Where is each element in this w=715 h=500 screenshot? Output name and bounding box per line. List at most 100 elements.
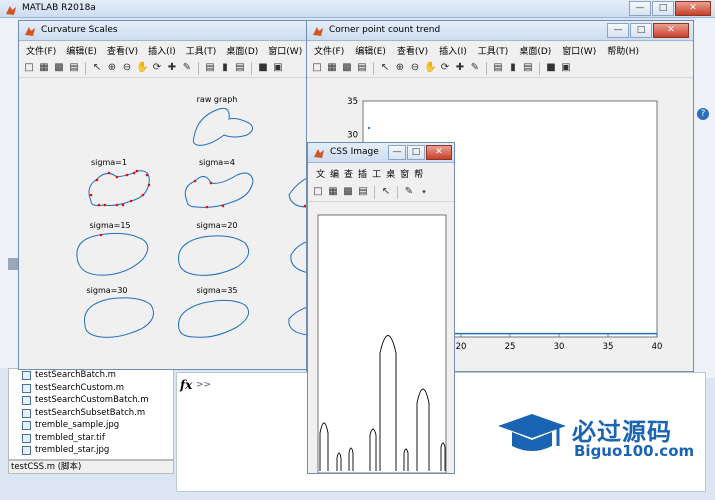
colorbar-icon[interactable]: ▮ <box>219 62 231 74</box>
rotate-icon[interactable]: ⟳ <box>151 62 163 74</box>
legend-icon[interactable]: ▤ <box>522 62 534 74</box>
brush-icon[interactable]: ✎ <box>403 186 415 198</box>
open-icon[interactable]: ▦ <box>326 62 338 74</box>
print-icon[interactable]: ▤ <box>356 62 368 74</box>
link-icon[interactable]: ▤ <box>492 62 504 74</box>
zoom-in-icon[interactable]: ⊕ <box>106 62 118 74</box>
help-icon[interactable]: ? <box>697 108 709 120</box>
menu-insert[interactable]: 插 <box>358 167 367 180</box>
figure-icon <box>25 27 35 36</box>
rotate-icon[interactable]: ⟳ <box>439 62 451 74</box>
scroll-marker[interactable] <box>8 258 18 270</box>
print-icon[interactable]: ▤ <box>357 186 369 198</box>
menu-view[interactable]: 查看(V) <box>107 44 138 57</box>
corner-title: Corner point count trend <box>329 25 441 35</box>
file-item[interactable]: trembled_star.jpg <box>9 444 173 457</box>
save-icon[interactable]: ▩ <box>53 62 65 74</box>
menu-tools[interactable]: 工具(T) <box>186 44 217 57</box>
maximize-button[interactable]: □ <box>630 23 652 38</box>
menu-window[interactable]: 窗 <box>400 167 409 180</box>
maximize-button[interactable]: □ <box>652 1 674 16</box>
m-file-icon <box>22 408 31 418</box>
brush-icon[interactable]: ✎ <box>181 62 193 74</box>
menu-edit[interactable]: 编辑(E) <box>66 44 97 57</box>
file-item[interactable]: testSearchSubsetBatch.m <box>9 407 173 420</box>
close-button[interactable]: ✕ <box>653 23 689 38</box>
file-item[interactable]: testSearchCustomBatch.m <box>9 394 173 407</box>
raw-contour <box>193 107 253 146</box>
show-tools-icon[interactable]: ▣ <box>272 62 284 74</box>
menu-desktop[interactable]: 桌面(D) <box>519 44 551 57</box>
close-button[interactable]: ✕ <box>675 1 711 16</box>
pointer-icon[interactable]: ↖ <box>379 62 391 74</box>
menu-insert[interactable]: 插入(I) <box>439 44 467 57</box>
save-icon[interactable]: ▩ <box>342 186 354 198</box>
file-item[interactable]: testSearchBatch.m <box>9 369 173 382</box>
brush-icon[interactable]: ✎ <box>469 62 481 74</box>
data-point <box>367 126 371 130</box>
hide-tools-icon[interactable]: ■ <box>545 62 557 74</box>
data-cursor-icon[interactable]: ✚ <box>454 62 466 74</box>
menu-window[interactable]: 窗口(W) <box>268 44 302 57</box>
m-file-icon <box>22 396 31 405</box>
menu-desktop[interactable]: 桌 <box>386 167 395 180</box>
toolbar-separator <box>251 61 252 75</box>
minimize-button[interactable]: — <box>388 145 406 160</box>
legend-icon[interactable]: ▤ <box>234 62 246 74</box>
colorbar-icon[interactable]: ▮ <box>507 62 519 74</box>
zoom-in-icon[interactable]: ⊕ <box>394 62 406 74</box>
new-figure-icon[interactable]: □ <box>311 62 323 74</box>
menu-edit[interactable]: 编 <box>330 167 339 180</box>
print-icon[interactable]: ▤ <box>68 62 80 74</box>
pointer-icon[interactable]: ↖ <box>91 62 103 74</box>
new-figure-icon[interactable]: □ <box>312 186 324 198</box>
show-tools-icon[interactable]: ▣ <box>560 62 572 74</box>
figure-icon <box>313 27 323 36</box>
open-icon[interactable]: ▦ <box>327 186 339 198</box>
minimize-button[interactable]: — <box>629 1 651 16</box>
x-tick-label: 30 <box>554 342 565 352</box>
menu-file[interactable]: 文件(F) <box>26 44 56 57</box>
y-tick-label: 35 <box>347 97 358 107</box>
open-icon[interactable]: ▦ <box>38 62 50 74</box>
menu-tools[interactable]: 工具(T) <box>478 44 509 57</box>
menu-window[interactable]: 窗口(W) <box>562 44 596 57</box>
close-button[interactable]: ✕ <box>426 145 452 160</box>
menu-help[interactable]: 帮助(H) <box>607 44 639 57</box>
hide-tools-icon[interactable]: ■ <box>257 62 269 74</box>
curvature-menubar: 文件(F) 编辑(E) 查看(V) 插入(I) 工具(T) 桌面(D) 窗口(W… <box>19 42 319 59</box>
menu-file[interactable]: 文 <box>316 167 325 180</box>
sigma35-contour <box>178 299 250 338</box>
menu-tools[interactable]: 工 <box>372 167 381 180</box>
m-file-icon <box>22 383 31 393</box>
toolbar-separator <box>486 61 487 75</box>
pan-icon[interactable]: ✋ <box>136 62 148 74</box>
file-item[interactable]: testSearchCustom.m <box>9 382 173 395</box>
data-cursor-icon[interactable]: ✚ <box>166 62 178 74</box>
menu-view[interactable]: 查看(V) <box>397 44 428 57</box>
file-item[interactable]: trembled_star.tif <box>9 432 173 445</box>
maximize-button[interactable]: □ <box>407 145 425 160</box>
sigma15-contour <box>76 232 149 276</box>
x-tick-label: 20 <box>456 342 467 352</box>
css-plot-area <box>308 203 454 473</box>
curvature-shapes <box>76 107 319 338</box>
new-figure-icon[interactable]: □ <box>23 62 35 74</box>
minimize-button[interactable]: — <box>607 23 629 38</box>
menu-file[interactable]: 文件(F) <box>314 44 344 57</box>
curvature-toolbar: □ ▦ ▩ ▤ ↖ ⊕ ⊖ ✋ ⟳ ✚ ✎ ▤ ▮ ▤ ■ ▣ <box>19 59 319 78</box>
save-icon[interactable]: ▩ <box>341 62 353 74</box>
file-item[interactable]: tremble_sample.jpg <box>9 419 173 432</box>
pointer-icon[interactable]: ↖ <box>380 186 392 198</box>
menu-view[interactable]: 查 <box>344 167 353 180</box>
corner-toolbar: □ ▦ ▩ ▤ ↖ ⊕ ⊖ ✋ ⟳ ✚ ✎ ▤ ▮ ▤ ■ ▣ <box>307 59 693 78</box>
pan-icon[interactable]: ✋ <box>424 62 436 74</box>
link-icon[interactable]: ▤ <box>204 62 216 74</box>
menu-desktop[interactable]: 桌面(D) <box>226 44 258 57</box>
zoom-out-icon[interactable]: ⊖ <box>409 62 421 74</box>
dropdown-arrow-icon[interactable]: ▾ <box>418 186 430 198</box>
menu-insert[interactable]: 插入(I) <box>148 44 176 57</box>
menu-edit[interactable]: 编辑(E) <box>355 44 386 57</box>
menu-help[interactable]: 帮 <box>414 167 423 180</box>
zoom-out-icon[interactable]: ⊖ <box>121 62 133 74</box>
